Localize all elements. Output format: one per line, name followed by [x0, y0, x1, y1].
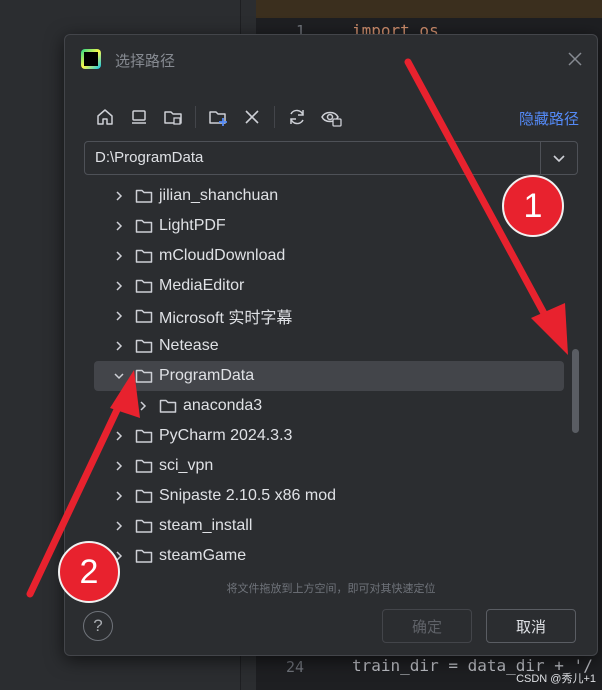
tree-item-label: mCloudDownload [159, 247, 286, 264]
tree-item-label: jilian_shanchuan [159, 187, 279, 204]
tree-item[interactable]: jilian_shanchuan [94, 181, 564, 211]
folder-icon [135, 278, 153, 294]
chevron-right-icon[interactable] [112, 339, 126, 353]
tree-item[interactable]: sci_vpn [94, 451, 564, 481]
scroll-thumb[interactable] [572, 349, 579, 433]
folder-icon [135, 338, 153, 354]
chevron-right-icon[interactable] [112, 489, 126, 503]
chevron-right-icon[interactable] [112, 429, 126, 443]
tree-item-label: steam_install [159, 517, 253, 534]
tree-item-label: sci_vpn [159, 457, 214, 474]
file-toolbar [93, 105, 353, 129]
chevron-right-icon[interactable] [112, 249, 126, 263]
tree-item[interactable]: PyCharm 2024.3.3 [94, 421, 564, 451]
line-number: 24 [286, 658, 305, 676]
hide-path-link[interactable]: 隐藏路径 [519, 108, 579, 129]
tree-item-label: Microsoft 实时字幕 [159, 310, 293, 327]
folder-icon [135, 548, 153, 564]
tree-item-label: LightPDF [159, 217, 226, 234]
dialog-title: 选择路径 [115, 53, 176, 70]
folder-icon [135, 218, 153, 234]
ide-editor-banner [256, 0, 602, 18]
tree-item-label: steamGame [159, 547, 247, 564]
folder-icon [135, 368, 153, 384]
combo-divider [540, 142, 541, 174]
chevron-right-icon[interactable] [112, 309, 126, 323]
path-combobox[interactable]: D:\ProgramData [84, 141, 578, 175]
project-folder-icon[interactable] [161, 105, 185, 129]
tree-item[interactable]: ProgramData [94, 361, 564, 391]
dialog-titlebar: 选择路径 [65, 35, 597, 85]
close-icon[interactable] [567, 51, 583, 67]
toolbar-divider [274, 106, 275, 128]
refresh-icon[interactable] [285, 105, 309, 129]
folder-tree: jilian_shanchuan LightPDF mCloudDownload Me… [84, 179, 580, 577]
pycharm-icon [81, 49, 101, 69]
folder-icon [135, 518, 153, 534]
tree-item[interactable]: steam_install [94, 511, 564, 541]
tree-item[interactable]: mCloudDownload [94, 241, 564, 271]
delete-icon[interactable] [240, 105, 264, 129]
folder-icon [135, 188, 153, 204]
new-folder-icon[interactable] [206, 105, 230, 129]
tree-item-label: MediaEditor [159, 277, 245, 294]
chevron-right-icon[interactable] [112, 279, 126, 293]
folder-icon [135, 248, 153, 264]
folder-icon [135, 458, 153, 474]
drop-hint: 将文件拖放到上方空间，即可对其快速定位 [226, 583, 436, 595]
tree-item-label: Snipaste 2.10.5 x86 mod [159, 487, 337, 504]
tree-item[interactable]: LightPDF [94, 211, 564, 241]
desktop-icon[interactable] [127, 105, 151, 129]
path-input[interactable]: D:\ProgramData [95, 149, 203, 166]
tree-item[interactable]: Microsoft 实时字幕 [94, 301, 564, 331]
tree-item[interactable]: Snipaste 2.10.5 x86 mod [94, 481, 564, 511]
toolbar-divider [195, 106, 196, 128]
folder-icon [135, 428, 153, 444]
folder-icon [159, 398, 177, 414]
cancel-button[interactable]: 取消 [486, 609, 576, 643]
folder-icon [135, 308, 153, 324]
folder-icon [135, 488, 153, 504]
tree-item-label: Netease [159, 337, 219, 354]
chevron-right-icon[interactable] [112, 519, 126, 533]
chevron-right-icon[interactable] [112, 219, 126, 233]
chevron-right-icon[interactable] [112, 459, 126, 473]
show-hidden-icon[interactable] [319, 105, 343, 129]
tree-item[interactable]: steamGame [94, 541, 564, 571]
tree-item[interactable]: Netease [94, 331, 564, 361]
annotation-badge-2: 2 [58, 541, 120, 603]
tree-item-label: ProgramData [159, 367, 255, 384]
chevron-down-icon[interactable] [112, 369, 126, 383]
tree-item[interactable]: anaconda3 [94, 391, 564, 421]
annotation-badge-1: 1 [502, 175, 564, 237]
chevron-down-icon[interactable] [550, 151, 568, 165]
tree-item-label: PyCharm 2024.3.3 [159, 427, 293, 444]
select-path-dialog: 选择路径 隐藏路径 D:\ProgramData jilian_shanchua… [64, 34, 598, 656]
tree-scrollbar[interactable] [571, 183, 579, 575]
home-icon[interactable] [93, 105, 117, 129]
ok-button[interactable]: 确定 [382, 609, 472, 643]
tree-item-label: anaconda3 [183, 397, 263, 414]
chevron-right-icon[interactable] [136, 399, 150, 413]
chevron-right-icon[interactable] [112, 189, 126, 203]
help-button[interactable]: ? [83, 611, 113, 641]
watermark: CSDN @秀儿+1 [516, 673, 596, 685]
tree-item[interactable]: MediaEditor [94, 271, 564, 301]
